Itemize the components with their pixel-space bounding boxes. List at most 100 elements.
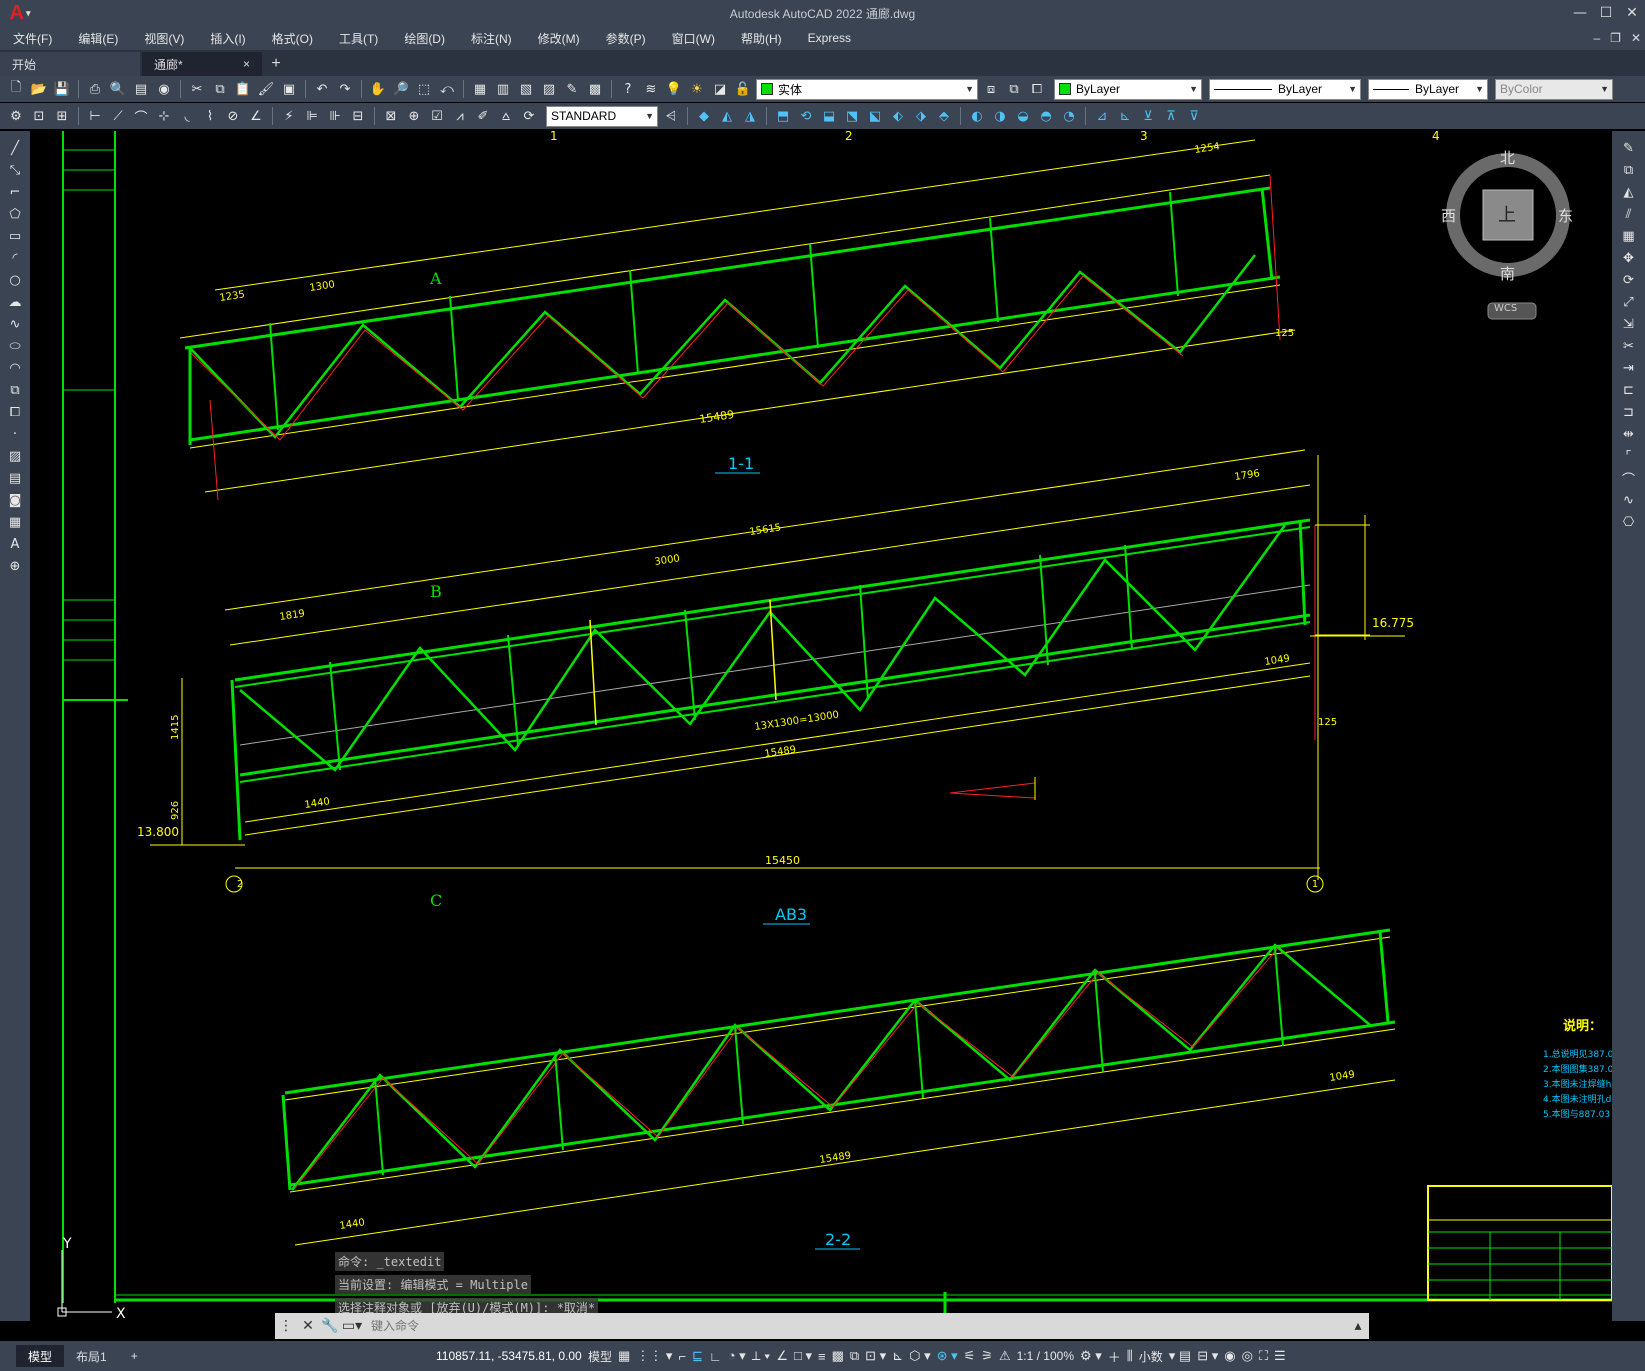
compass-north[interactable]: 北 — [1500, 147, 1515, 168]
jog-line-icon[interactable]: ⩘ — [450, 106, 470, 126]
angular-dim-icon[interactable]: ∠ — [246, 106, 266, 126]
linear-dim-icon[interactable]: ⊢ — [85, 106, 105, 126]
object-snap-icon[interactable]: ⊡ — [29, 106, 49, 126]
save-icon[interactable]: 💾 — [52, 79, 72, 99]
help-icon[interactable]: ? — [618, 79, 638, 99]
command-recent-icon[interactable]: ▭▾ — [341, 1313, 363, 1339]
tool-palettes-icon[interactable]: ▧ — [516, 79, 536, 99]
radius-dim-icon[interactable]: ◟ — [177, 106, 197, 126]
close-icon[interactable]: ✕ — [1619, 0, 1645, 26]
ortho-icon[interactable]: ∟ — [709, 1349, 722, 1364]
command-customize-icon[interactable]: 🔧 — [319, 1313, 341, 1339]
line-icon[interactable]: ╱ — [4, 139, 26, 157]
array-icon[interactable]: ▦ — [1618, 227, 1640, 245]
zoom-realtime-icon[interactable]: 🔎 — [391, 79, 411, 99]
selection-filter-icon[interactable]: ⬡ ▾ — [909, 1348, 931, 1364]
revision-cloud-icon[interactable]: ☁ — [4, 293, 26, 311]
object-snap-tracking-icon[interactable]: ∠ — [776, 1348, 788, 1364]
scale-icon[interactable]: ⤢ — [1618, 293, 1640, 311]
lineweight-dropdown[interactable]: ByLayer ▼ — [1368, 78, 1488, 100]
new-tab-button[interactable]: + — [264, 52, 288, 76]
multiline-text-icon[interactable]: A — [4, 535, 26, 553]
polygon-icon[interactable]: ⬠ — [4, 205, 26, 223]
separate-icon[interactable]: ◔ — [1059, 106, 1079, 126]
menu-item[interactable]: 窗口(W) — [659, 30, 728, 47]
workspace-icon[interactable]: ⚙ ▾ — [1080, 1348, 1102, 1364]
copy-object-icon[interactable]: ⧉ — [1618, 161, 1640, 179]
arc-length-icon[interactable]: ⌒ — [131, 106, 151, 126]
aligned-dim-icon[interactable]: ⟋ — [108, 106, 128, 126]
menu-item[interactable]: 文件(F) — [0, 30, 65, 47]
construction-line-icon[interactable]: ⤡ — [4, 161, 26, 179]
doc-minimize-icon[interactable]: – — [1593, 31, 1600, 45]
extrude-icon[interactable]: ⬒ — [773, 106, 793, 126]
viewcube[interactable]: 北 南 东 西 上 WCS — [1438, 143, 1578, 323]
layer-lock-icon[interactable]: 🔓 — [733, 79, 753, 99]
doc-restore-icon[interactable]: ❐ — [1610, 31, 1621, 45]
layer-on-icon[interactable]: 💡 — [664, 79, 684, 99]
table-icon[interactable]: ▦ — [4, 513, 26, 531]
dim-space-icon[interactable]: ⊟ — [348, 106, 368, 126]
lineweight-display-icon[interactable]: ≡ — [818, 1349, 826, 1364]
ellipse-arc-icon[interactable]: ◠ — [4, 359, 26, 377]
slice-icon[interactable]: ◒ — [1013, 106, 1033, 126]
intersect-icon[interactable]: ⬘ — [934, 106, 954, 126]
layer-viewport-icon[interactable]: ◪ — [710, 79, 730, 99]
menu-item[interactable]: 修改(M) — [525, 30, 593, 47]
insert-block-icon[interactable]: ⧉ — [4, 381, 26, 399]
grid-icon[interactable]: ▦ — [618, 1348, 630, 1364]
color-dropdown[interactable]: ByLayer ▼ — [1054, 78, 1202, 100]
open-file-icon[interactable]: 📂 — [29, 79, 49, 99]
snap-tracking-icon[interactable]: ⊞ — [52, 106, 72, 126]
quick-properties-icon[interactable]: ▾ ▤ — [1169, 1348, 1191, 1364]
model-space-button[interactable]: 模型 — [588, 1348, 612, 1365]
new-file-icon[interactable]: 🗋 — [6, 79, 26, 99]
print-preview-icon[interactable]: 🔍 — [108, 79, 128, 99]
gizmo-icon[interactable]: ⊛ ▾ — [937, 1348, 958, 1364]
command-close-icon[interactable]: ✕ — [297, 1313, 319, 1339]
revolve-icon[interactable]: ⟲ — [796, 106, 816, 126]
layer-properties-icon[interactable]: ≋ — [641, 79, 661, 99]
sheet-set-icon[interactable]: ▨ — [539, 79, 559, 99]
selection-cycling-icon[interactable]: ⧉ — [850, 1348, 859, 1364]
minimize-icon[interactable]: — — [1567, 0, 1593, 26]
layer-states-icon[interactable]: ⧠ — [1027, 79, 1047, 99]
maximize-icon[interactable]: ☐ — [1593, 0, 1619, 26]
jogged-dim-icon[interactable]: ⌇ — [200, 106, 220, 126]
zoom-previous-icon[interactable]: ⤺ — [437, 79, 457, 99]
dim-style-icon[interactable]: ⩤ — [661, 106, 681, 126]
presspull-icon[interactable]: ⬕ — [865, 106, 885, 126]
ucs-object-icon[interactable]: ⊽ — [1184, 106, 1204, 126]
loft-icon[interactable]: ⬔ — [842, 106, 862, 126]
auto-scale-icon[interactable]: ⚞ — [981, 1348, 993, 1364]
linetype-dropdown[interactable]: ByLayer ▼ — [1209, 78, 1361, 100]
extend-icon[interactable]: ⇥ — [1618, 359, 1640, 377]
offset-icon[interactable]: ⫽ — [1618, 205, 1640, 223]
dimstyle-dropdown[interactable]: STANDARD ▼ — [546, 105, 658, 127]
fillet-icon[interactable]: ⌒ — [1618, 469, 1640, 488]
command-input[interactable] — [363, 1315, 1347, 1337]
spline-icon[interactable]: ∿ — [4, 315, 26, 333]
tab-start[interactable]: 开始 — [0, 52, 140, 76]
annotation-visibility-icon[interactable]: ⚟ — [964, 1348, 976, 1364]
zoom-window-icon[interactable]: ⬚ — [414, 79, 434, 99]
explode-icon[interactable]: ⎔ — [1618, 513, 1640, 531]
doc-close-icon[interactable]: ✕ — [1631, 31, 1641, 45]
undo-icon[interactable]: ↶ — [312, 79, 332, 99]
menu-item[interactable]: 工具(T) — [326, 30, 391, 47]
cut-icon[interactable]: ✂ — [187, 79, 207, 99]
move-icon[interactable]: ✥ — [1618, 249, 1640, 267]
menu-item[interactable]: 标注(N) — [458, 30, 525, 47]
ucs-previous-icon[interactable]: ⊻ — [1138, 106, 1158, 126]
diameter-dim-icon[interactable]: ⊘ — [223, 106, 243, 126]
dim-edit-icon[interactable]: ✐ — [473, 106, 493, 126]
menu-item[interactable]: 格式(O) — [259, 30, 326, 47]
rotate-icon[interactable]: ⟳ — [1618, 271, 1640, 289]
quick-dim-icon[interactable]: ⚡ — [279, 106, 299, 126]
ucs-face-icon[interactable]: ⊼ — [1161, 106, 1181, 126]
menu-item[interactable]: 参数(P) — [593, 30, 659, 47]
sweep-icon[interactable]: ⬓ — [819, 106, 839, 126]
hatch-icon[interactable]: ▨ — [4, 447, 26, 465]
paste-icon[interactable]: 📋 — [233, 79, 253, 99]
layer-freeze-icon[interactable]: ☀ — [687, 79, 707, 99]
